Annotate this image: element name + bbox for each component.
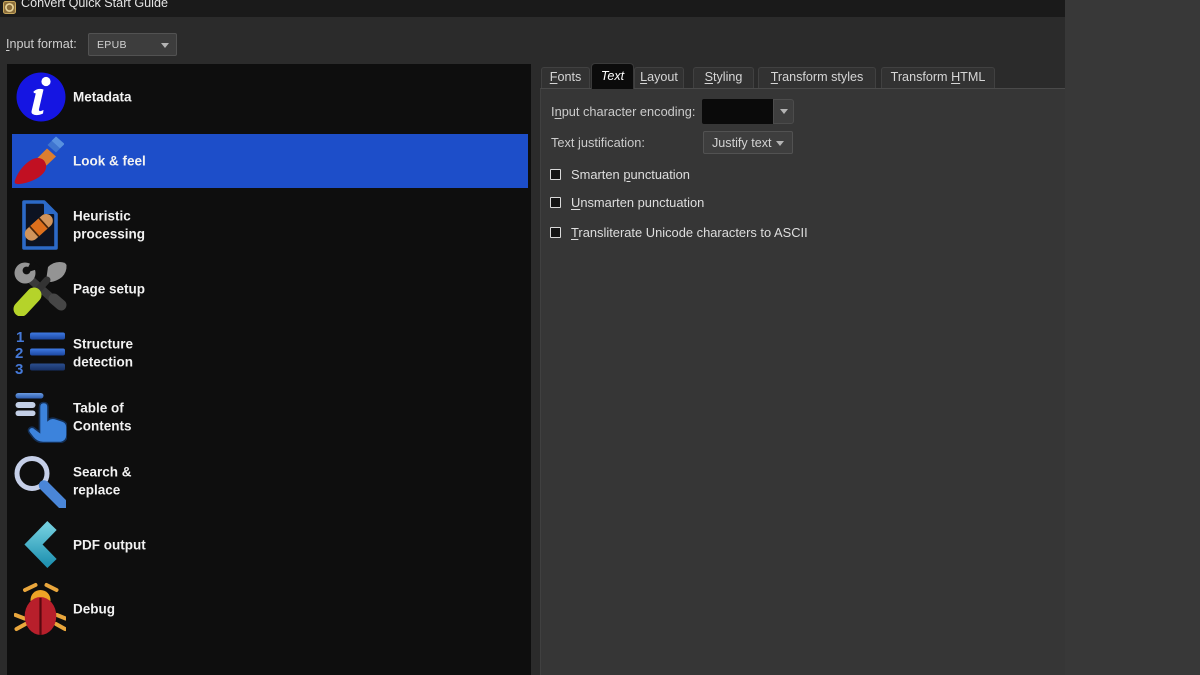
svg-text:2: 2 [15, 345, 23, 362]
svg-text:1: 1 [16, 329, 24, 346]
svg-text:3: 3 [15, 361, 23, 377]
